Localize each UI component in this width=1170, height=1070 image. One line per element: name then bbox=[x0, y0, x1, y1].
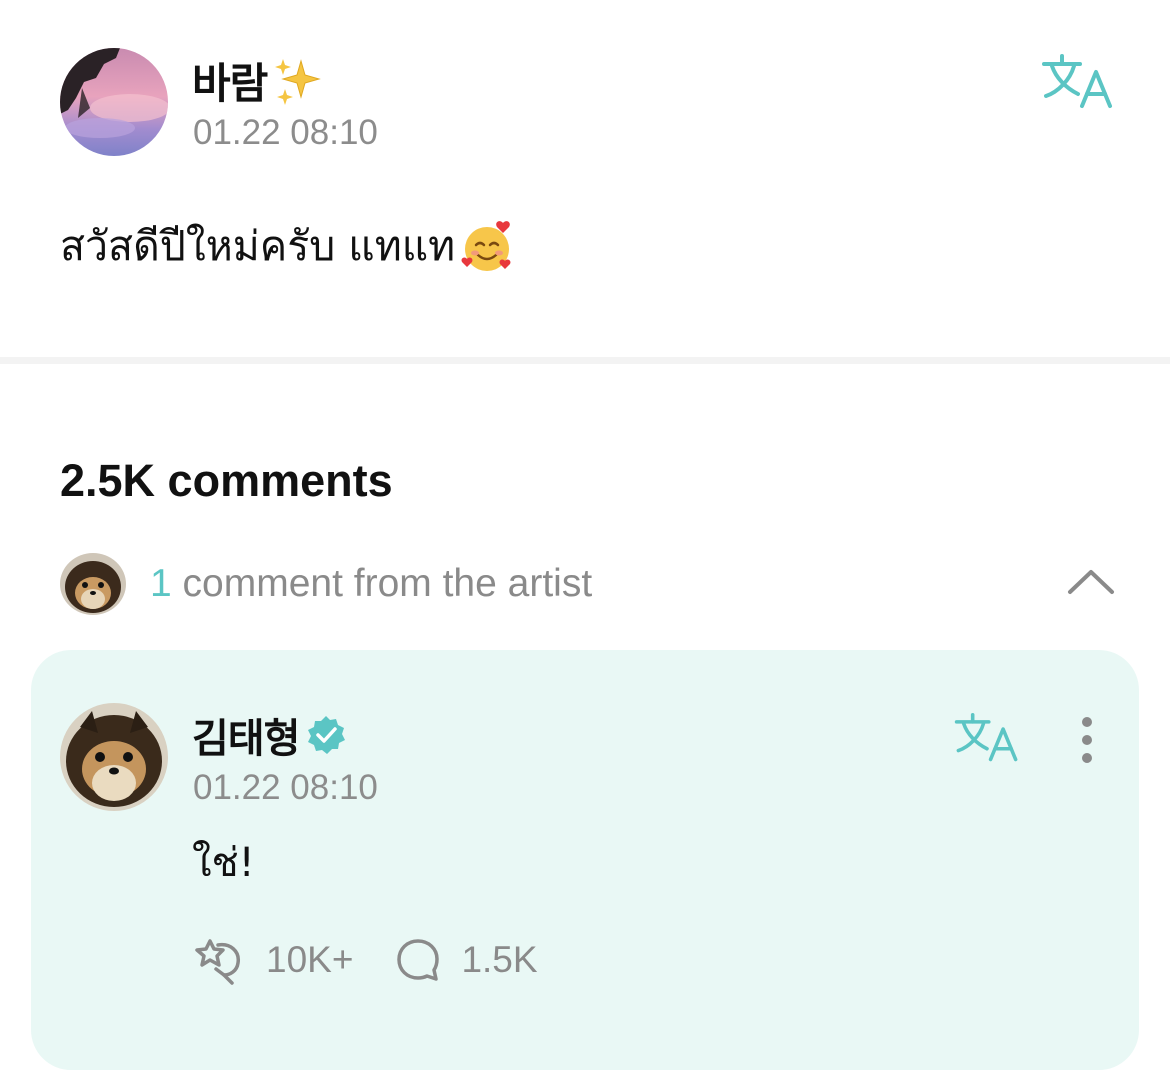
artist-name[interactable]: 김태형 bbox=[192, 706, 347, 764]
like-icon bbox=[195, 939, 240, 985]
like-count: 10K+ bbox=[266, 939, 354, 980]
artist-comment-timestamp: 01.22 08:10 bbox=[193, 768, 378, 807]
artist-mini-avatar[interactable] bbox=[60, 553, 126, 615]
artist-comment-label: comment from the artist bbox=[182, 562, 593, 605]
comment-bubble-icon bbox=[397, 939, 440, 981]
post-author-avatar[interactable] bbox=[60, 48, 168, 156]
artist-comment-count: 1 bbox=[150, 562, 172, 605]
post-text: สวัสดีปีใหม่ครับ แทแท bbox=[60, 222, 456, 270]
more-options-icon[interactable] bbox=[1070, 716, 1104, 768]
chevron-up-icon[interactable] bbox=[1064, 562, 1118, 602]
artist-comment-text: ใช่! bbox=[192, 840, 255, 886]
sparkles-icon bbox=[275, 58, 322, 105]
post-author-name[interactable]: 바람 bbox=[192, 50, 323, 111]
smiling-face-with-hearts-icon bbox=[461, 220, 511, 271]
section-divider bbox=[0, 357, 1170, 364]
comments-count-heading: 2.5K comments bbox=[60, 455, 393, 506]
translate-icon[interactable] bbox=[953, 710, 1021, 766]
reply-button[interactable]: 1.5K bbox=[395, 937, 538, 983]
like-button[interactable]: 10K+ bbox=[192, 935, 395, 985]
comment-reactions: 10K+ 1.5K bbox=[192, 935, 538, 985]
post-timestamp: 01.22 08:10 bbox=[193, 113, 378, 152]
translate-icon[interactable] bbox=[1040, 52, 1116, 112]
verified-badge-icon bbox=[308, 716, 346, 754]
artist-name-label: 김태형 bbox=[192, 716, 300, 762]
reply-count: 1.5K bbox=[461, 939, 538, 980]
post-author-label: 바람 bbox=[192, 59, 268, 108]
post-body: สวัสดีปีใหม่ครับ แทแท bbox=[60, 214, 515, 279]
artist-avatar[interactable] bbox=[60, 703, 168, 811]
artist-comment-toggle[interactable]: 1 comment from the artist bbox=[150, 562, 592, 606]
